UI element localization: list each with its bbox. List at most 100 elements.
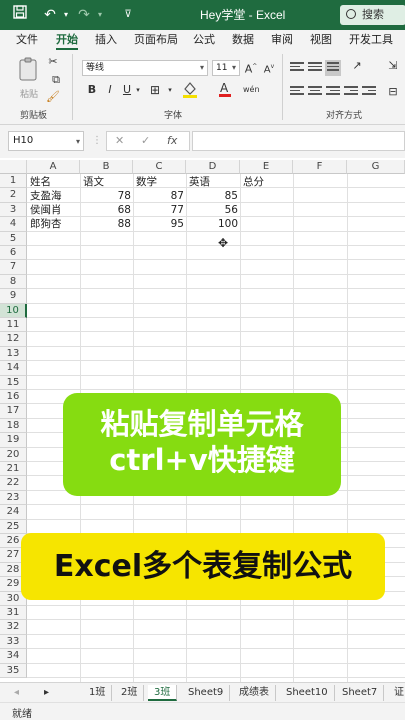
row-header[interactable]: 18: [0, 418, 27, 434]
italic-button[interactable]: I: [104, 82, 116, 98]
row-header[interactable]: 17: [0, 404, 27, 419]
row-header[interactable]: 19: [0, 433, 27, 448]
align-center-icon[interactable]: [308, 86, 322, 98]
column-header-a[interactable]: A: [27, 160, 80, 174]
fill-color-icon[interactable]: [180, 80, 200, 103]
cell-b3[interactable]: 68: [80, 203, 131, 217]
tab-home[interactable]: 开始: [56, 32, 78, 50]
row-header[interactable]: 8: [0, 274, 27, 290]
row-header[interactable]: 6: [0, 246, 27, 261]
cut-icon[interactable]: ✂: [46, 54, 60, 70]
save-icon[interactable]: [10, 5, 30, 25]
row-header[interactable]: 21: [0, 462, 27, 477]
align-top-icon[interactable]: [290, 62, 304, 74]
row-header[interactable]: 11: [0, 318, 27, 333]
cell-d4[interactable]: 100: [186, 217, 238, 231]
tab-review[interactable]: 审阅: [271, 32, 293, 48]
formula-input[interactable]: [192, 131, 405, 151]
insert-function-button[interactable]: fx: [167, 134, 177, 147]
row-header[interactable]: 25: [0, 519, 27, 534]
sheet-tab-grades[interactable]: 成绩表: [233, 685, 276, 701]
align-right-icon[interactable]: [326, 86, 340, 98]
sheet-tab-sheet10[interactable]: Sheet10: [280, 685, 335, 701]
row-header[interactable]: 20: [0, 447, 27, 462]
redo-dropdown-icon[interactable]: ▾: [90, 5, 110, 25]
cell-b4[interactable]: 88: [80, 217, 131, 231]
sheet-tab-sheet9[interactable]: Sheet9: [182, 685, 231, 701]
cancel-icon[interactable]: ✕: [115, 134, 124, 147]
row-header[interactable]: 33: [0, 634, 27, 650]
tab-view[interactable]: 视图: [310, 32, 332, 48]
borders-icon[interactable]: ⊞: [148, 82, 162, 98]
customize-toolbar-icon[interactable]: ⊽: [118, 5, 138, 25]
row-header[interactable]: 2: [0, 188, 27, 203]
copy-icon[interactable]: ⧉: [46, 72, 66, 88]
sheet-tab-more[interactable]: 证: [388, 685, 405, 701]
undo-dropdown-icon[interactable]: ▾: [56, 5, 76, 25]
search-box[interactable]: 搜索: [340, 5, 405, 25]
select-all-corner[interactable]: [0, 160, 27, 174]
decrease-indent-icon[interactable]: [344, 86, 358, 98]
cell-a3[interactable]: 侯闽肖: [30, 203, 62, 217]
name-box[interactable]: H10 ▾: [8, 131, 84, 151]
tab-developer[interactable]: 开发工具: [349, 32, 393, 48]
tab-data[interactable]: 数据: [232, 32, 254, 48]
tab-file[interactable]: 文件: [16, 32, 38, 48]
column-header-b[interactable]: B: [80, 160, 133, 174]
sheet-tab-1ban[interactable]: 1班: [83, 685, 113, 701]
more-font-options-icon[interactable]: wén: [243, 82, 260, 98]
row-header[interactable]: 12: [0, 332, 27, 347]
cell-d2[interactable]: 85: [186, 189, 238, 203]
cell-a4[interactable]: 郎狗杏: [30, 217, 62, 231]
sheet-tab-2ban[interactable]: 2班: [115, 685, 145, 701]
cell-b2[interactable]: 78: [80, 189, 131, 203]
align-middle-icon[interactable]: [308, 62, 322, 74]
column-header-d[interactable]: D: [186, 160, 240, 174]
sheet-tab-sheet7[interactable]: Sheet7: [336, 685, 385, 701]
cell-c4[interactable]: 95: [133, 217, 184, 231]
row-header[interactable]: 34: [0, 649, 27, 664]
format-painter-icon[interactable]: 🖌: [46, 89, 60, 105]
align-left-icon[interactable]: [290, 86, 304, 98]
underline-dropdown-icon[interactable]: ▾: [134, 82, 142, 98]
row-header[interactable]: 16: [0, 390, 27, 405]
row-header[interactable]: 3: [0, 202, 27, 218]
paste-button[interactable]: 粘贴: [14, 56, 44, 103]
sheet-tab-3ban[interactable]: 3班: [148, 685, 178, 701]
row-header[interactable]: 32: [0, 620, 27, 635]
cell-c1[interactable]: 数学: [136, 175, 157, 189]
row-header[interactable]: 31: [0, 606, 27, 621]
row-header[interactable]: 4: [0, 217, 27, 232]
cell-c3[interactable]: 77: [133, 203, 184, 217]
row-header[interactable]: 7: [0, 260, 27, 275]
cell-a1[interactable]: 姓名: [30, 175, 51, 189]
tab-formulas[interactable]: 公式: [193, 32, 215, 48]
font-color-icon[interactable]: A: [217, 80, 233, 103]
row-header[interactable]: 15: [0, 375, 27, 390]
borders-dropdown-icon[interactable]: ▾: [166, 82, 174, 98]
row-header[interactable]: 13: [0, 346, 27, 362]
column-header-f[interactable]: F: [293, 160, 347, 174]
cell-d3[interactable]: 56: [186, 203, 238, 217]
font-size-select[interactable]: 11 ▾: [212, 60, 240, 76]
cell-e1[interactable]: 总分: [243, 175, 264, 189]
scroll-right-icon[interactable]: ▸: [38, 685, 55, 701]
wrap-text-icon[interactable]: ⇲: [384, 58, 402, 74]
row-header[interactable]: 9: [0, 289, 27, 304]
row-header[interactable]: 35: [0, 663, 27, 678]
bold-button[interactable]: B: [86, 82, 98, 98]
increase-indent-icon[interactable]: [362, 86, 376, 98]
decrease-font-icon[interactable]: Av: [262, 59, 276, 78]
merge-cells-icon[interactable]: ⊟: [384, 84, 402, 100]
cell-a2[interactable]: 支盈海: [30, 189, 62, 203]
row-header[interactable]: 24: [0, 505, 27, 520]
enter-icon[interactable]: ✓: [141, 134, 150, 147]
row-header[interactable]: 22: [0, 476, 27, 491]
tab-insert[interactable]: 插入: [95, 32, 117, 48]
cell-c2[interactable]: 87: [133, 189, 184, 203]
column-header-c[interactable]: C: [133, 160, 186, 174]
tab-page-layout[interactable]: 页面布局: [134, 32, 178, 48]
cell-d1[interactable]: 英语: [189, 175, 210, 189]
scroll-left-icon[interactable]: ◂: [8, 685, 25, 701]
cell-b1[interactable]: 语文: [83, 175, 104, 189]
